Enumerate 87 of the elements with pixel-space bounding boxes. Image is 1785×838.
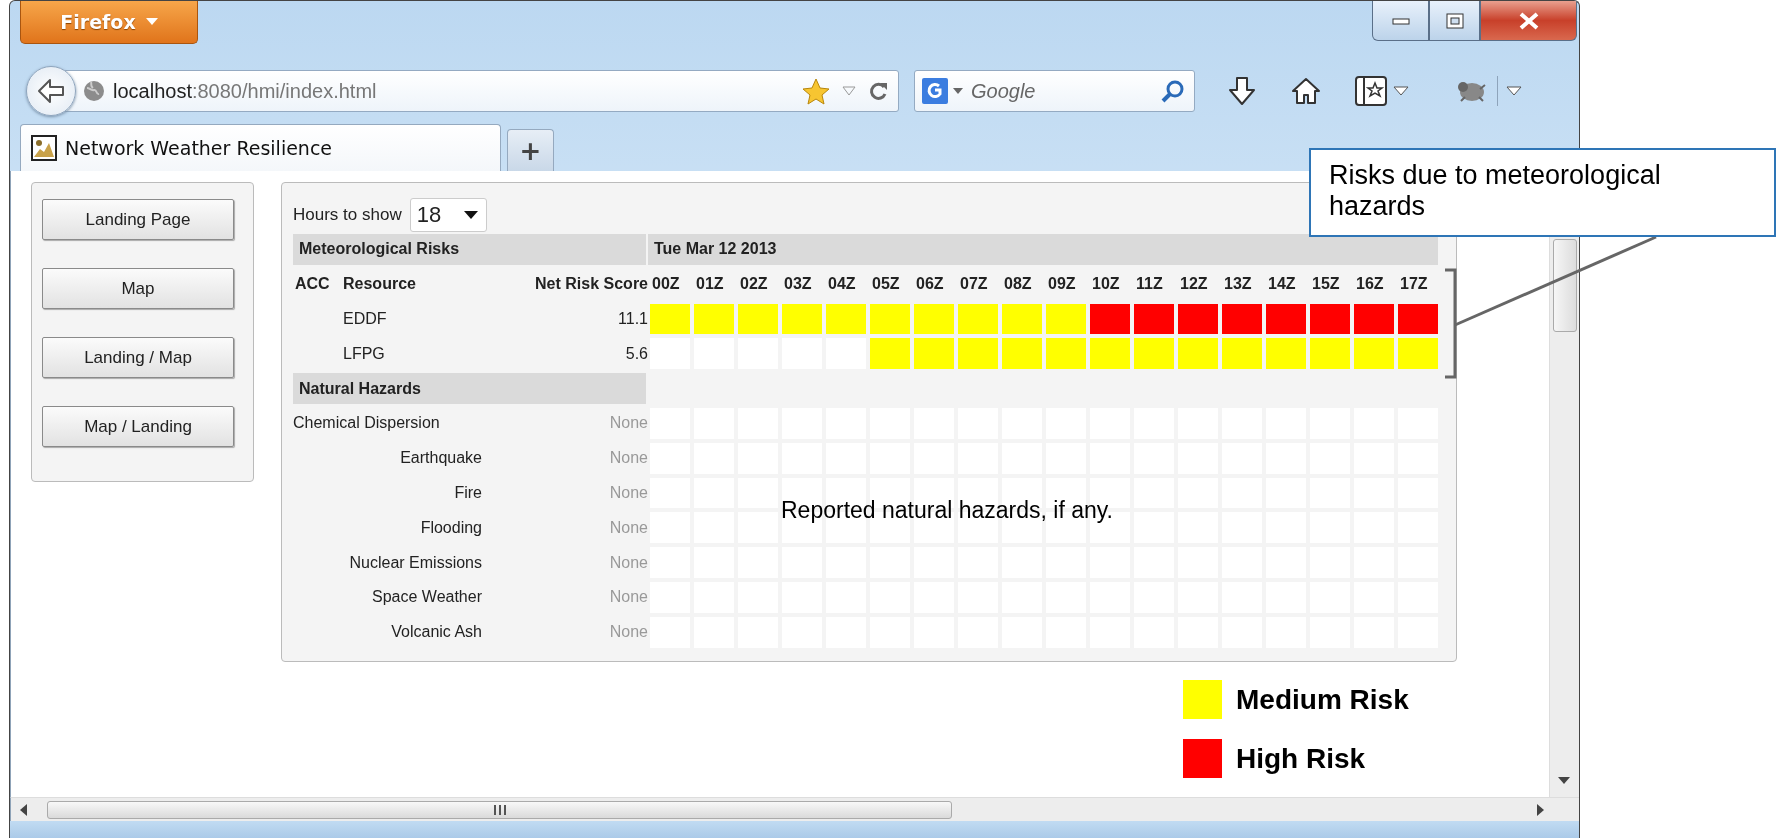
hour-header: 07Z <box>960 275 988 294</box>
close-icon <box>1518 11 1539 30</box>
hazard-value: None <box>608 623 648 642</box>
annotation-text: Reported natural hazards, if any. <box>781 497 1113 524</box>
hazard-name: Space Weather <box>372 588 482 607</box>
hazard-value: None <box>608 553 648 572</box>
tab-title: Network Weather Resilience <box>65 137 333 159</box>
search-icon <box>1161 79 1185 103</box>
risk-score: 5.6 <box>625 344 648 363</box>
hour-header: 08Z <box>1004 275 1032 294</box>
minimize-button[interactable] <box>1372 1 1429 41</box>
resource-name: EDDF <box>343 310 387 328</box>
hour-header: 11Z <box>1136 275 1163 294</box>
hour-header: 14Z <box>1268 275 1296 294</box>
nav-button[interactable]: Map <box>42 268 234 309</box>
caret-icon <box>463 210 478 219</box>
column-header: Resource <box>343 275 416 294</box>
close-button[interactable] <box>1480 1 1577 41</box>
new-tab-button[interactable]: + <box>507 129 554 171</box>
hour-header: 17Z <box>1400 275 1428 294</box>
caret-icon <box>842 86 856 96</box>
hour-header: 01Z <box>696 275 724 294</box>
search-engine-icon <box>922 78 948 104</box>
legend-label: High Risk <box>1236 742 1366 775</box>
hour-header: 10Z <box>1092 275 1120 294</box>
column-header: ACC <box>295 275 330 294</box>
hour-header: 12Z <box>1180 275 1208 294</box>
risk-score: 11.1 <box>618 310 648 328</box>
hazard-name: Flooding <box>420 518 482 537</box>
hour-header: 02Z <box>740 275 768 294</box>
maximize-icon <box>1445 12 1464 29</box>
bookmarks-icon <box>1355 76 1387 106</box>
caret-icon <box>1506 86 1522 96</box>
resource-name: LFPG <box>343 344 385 363</box>
hazard-value: None <box>608 518 648 537</box>
date-header: Tue Mar 12 2013 <box>648 234 1438 265</box>
hazard-name: Earthquake <box>400 449 482 468</box>
legend-label: Medium Risk <box>1236 683 1409 716</box>
hazard-name: Volcanic Ash <box>391 623 482 642</box>
caret-icon <box>1393 86 1409 96</box>
hazard-value: None <box>608 449 648 468</box>
scroll-down-icon <box>1558 777 1570 785</box>
minimize-icon <box>1391 16 1410 25</box>
hours-dropdown[interactable]: 18 <box>409 197 487 232</box>
scroll-right-icon <box>1537 803 1545 816</box>
section-header: Meteorological Risks <box>293 234 646 265</box>
globe-icon <box>83 80 105 102</box>
star-icon <box>802 77 830 105</box>
callout-text: Risks due to meteorological hazards <box>1309 148 1776 237</box>
field-label: Hours to show <box>293 204 402 225</box>
section-header: Natural Hazards <box>293 373 646 404</box>
reload-icon <box>868 81 888 101</box>
hazard-name: Nuclear Emissions <box>349 553 482 572</box>
hour-header: 00Z <box>652 275 680 294</box>
scrollbar-thumb[interactable] <box>47 800 952 819</box>
hour-header: 09Z <box>1048 275 1076 294</box>
column-header: Net Risk Score <box>535 275 648 294</box>
favicon-icon <box>31 135 57 161</box>
grip-icon <box>492 804 507 815</box>
url-text: localhost:8080/hmi/index.html <box>113 79 377 103</box>
nav-button[interactable]: Landing / Map <box>42 337 234 378</box>
hour-header: 05Z <box>872 275 900 294</box>
horizontal-scrollbar[interactable] <box>10 797 1579 821</box>
caret-icon <box>953 88 963 94</box>
back-button[interactable] <box>26 66 76 116</box>
download-icon <box>1227 76 1257 106</box>
hazard-name: Chemical Dispersion <box>293 414 440 433</box>
hour-header: 03Z <box>784 275 812 294</box>
nav-button[interactable]: Map / Landing <box>42 406 234 447</box>
hour-header: 15Z <box>1312 275 1340 294</box>
hour-header: 04Z <box>828 275 856 294</box>
hazard-value: None <box>608 483 648 502</box>
hour-header: 16Z <box>1356 275 1384 294</box>
caret-icon <box>145 18 158 26</box>
search-field[interactable]: Google <box>914 70 1195 112</box>
maximize-button[interactable] <box>1429 1 1480 41</box>
hour-header: 06Z <box>916 275 944 294</box>
home-icon <box>1291 77 1321 105</box>
hazard-name: Fire <box>454 483 482 502</box>
scroll-left-icon <box>19 803 27 816</box>
browser-tab[interactable]: Network Weather Resilience <box>20 124 501 171</box>
hour-header: 13Z <box>1224 275 1252 294</box>
hazard-value: None <box>608 588 648 607</box>
scrollbar-thumb[interactable] <box>1553 239 1577 332</box>
hazard-value: None <box>608 414 648 433</box>
back-arrow-icon <box>37 78 65 104</box>
nav-button[interactable]: Landing Page <box>42 199 234 240</box>
